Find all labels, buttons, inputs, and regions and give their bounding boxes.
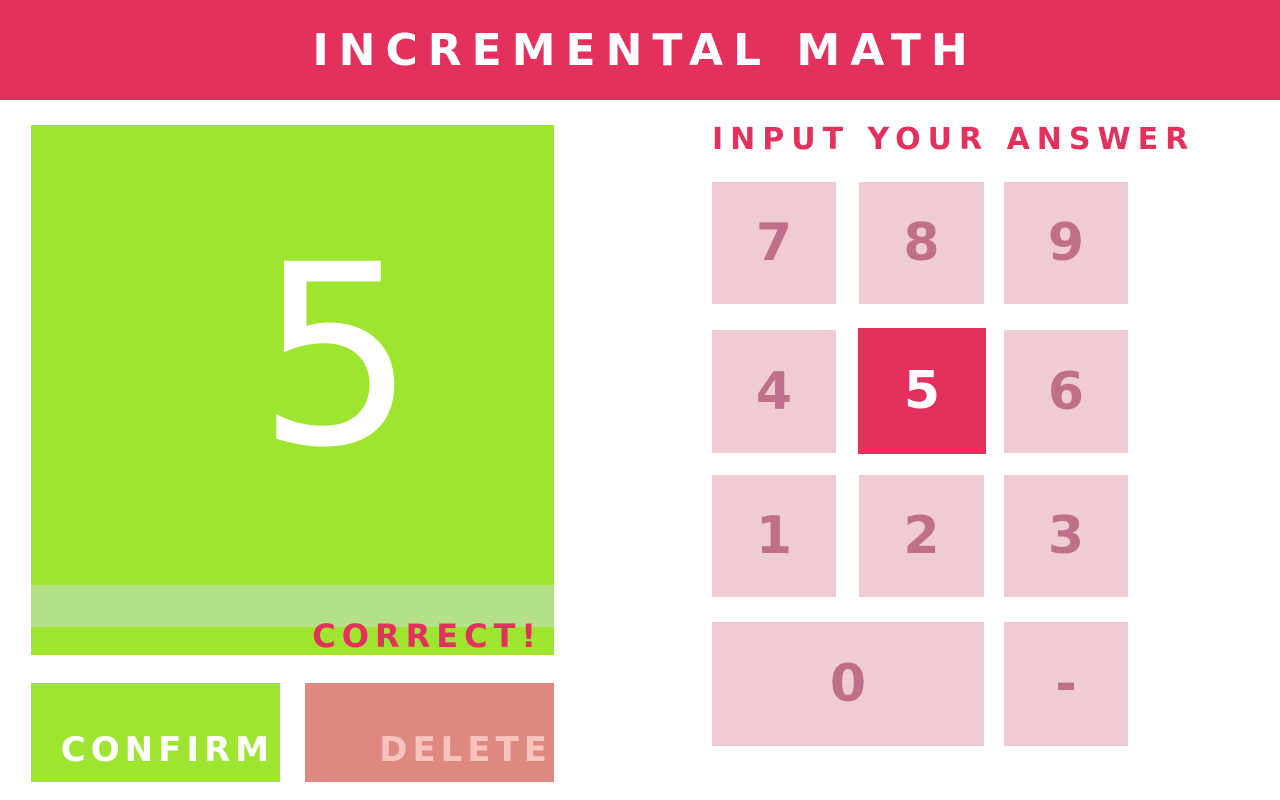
key-6[interactable]: 6	[1004, 330, 1128, 453]
answer-display: 5 CORRECT!	[31, 125, 554, 655]
app-header: INCREMENTAL MATH	[0, 0, 1280, 100]
app-title: INCREMENTAL MATH	[312, 24, 978, 76]
confirm-button[interactable]: CONFIRM	[31, 683, 280, 782]
key-8[interactable]: 8	[859, 182, 984, 304]
key-5[interactable]: 5	[858, 328, 986, 454]
feedback-message: CORRECT!	[312, 617, 542, 655]
entered-answer: 5	[256, 211, 417, 502]
key-2[interactable]: 2	[859, 475, 984, 597]
keypad-prompt: INPUT YOUR ANSWER	[712, 122, 1196, 157]
key-1[interactable]: 1	[712, 475, 836, 597]
key-0[interactable]: 0	[712, 622, 984, 746]
key-minus[interactable]: -	[1004, 622, 1128, 746]
key-9[interactable]: 9	[1004, 182, 1128, 304]
key-3[interactable]: 3	[1004, 475, 1128, 597]
key-4[interactable]: 4	[712, 330, 836, 453]
key-7[interactable]: 7	[712, 182, 836, 304]
delete-button[interactable]: DELETE	[305, 683, 554, 782]
